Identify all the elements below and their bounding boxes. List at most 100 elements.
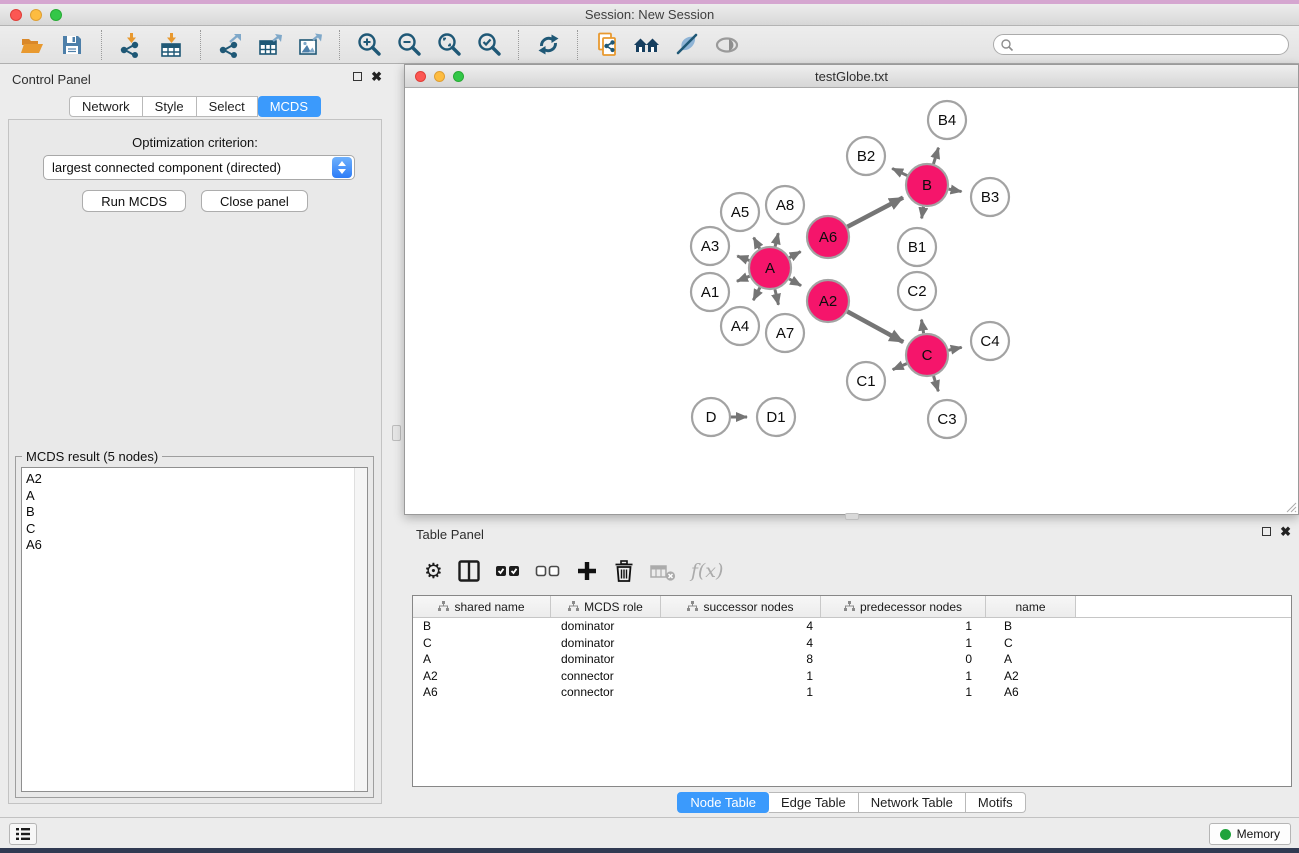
- graph-edge-C-C4[interactable]: [948, 347, 961, 350]
- tab-select[interactable]: Select: [197, 96, 258, 117]
- graph-edge-A-A2[interactable]: [789, 279, 801, 286]
- close-table-panel-icon[interactable]: ✖: [1280, 526, 1291, 537]
- graph-edge-B-B4[interactable]: [933, 148, 938, 164]
- graph-node-D1[interactable]: D1: [757, 398, 795, 436]
- column-header-predecessor-nodes[interactable]: predecessor nodes: [821, 596, 986, 617]
- save-session-button[interactable]: [57, 30, 87, 60]
- table-cell[interactable]: A2: [413, 668, 551, 685]
- graph-node-C3[interactable]: C3: [928, 400, 966, 438]
- graph-node-C2[interactable]: C2: [898, 272, 936, 310]
- graph-edge-A-A1[interactable]: [737, 276, 750, 281]
- table-cell[interactable]: A: [986, 651, 1076, 668]
- network-window-title-bar[interactable]: testGlobe.txt: [405, 65, 1298, 88]
- result-item[interactable]: A6: [26, 537, 367, 554]
- table-cell[interactable]: connector: [551, 668, 661, 685]
- table-cell[interactable]: 1: [821, 635, 986, 652]
- tab-network-table[interactable]: Network Table: [859, 792, 966, 813]
- graph-node-C1[interactable]: C1: [847, 362, 885, 400]
- graph-node-A2[interactable]: A2: [807, 280, 849, 322]
- resize-grip-icon[interactable]: [1285, 501, 1297, 513]
- graph-edge-A6-B[interactable]: [847, 198, 903, 227]
- graph-node-A3[interactable]: A3: [691, 227, 729, 265]
- select-all-columns-button[interactable]: [495, 556, 521, 586]
- memory-button[interactable]: Memory: [1209, 823, 1291, 845]
- table-cell[interactable]: connector: [551, 684, 661, 701]
- tab-network[interactable]: Network: [69, 96, 143, 117]
- table-cell[interactable]: 1: [661, 684, 821, 701]
- table-cell[interactable]: B: [986, 618, 1076, 635]
- table-cell[interactable]: dominator: [551, 618, 661, 635]
- graph-edge-C-C1[interactable]: [893, 364, 907, 370]
- column-layout-button[interactable]: [457, 556, 481, 586]
- graph-node-B1[interactable]: B1: [898, 228, 936, 266]
- delete-column-button[interactable]: [613, 556, 635, 586]
- graph-edge-A-A6[interactable]: [789, 252, 800, 258]
- table-cell[interactable]: 1: [821, 618, 986, 635]
- paint-slash-button[interactable]: [672, 30, 702, 60]
- result-item[interactable]: A2: [26, 471, 367, 488]
- graph-node-C4[interactable]: C4: [971, 322, 1009, 360]
- graph-node-A4[interactable]: A4: [721, 307, 759, 345]
- column-header-MCDS-role[interactable]: MCDS role: [551, 596, 661, 617]
- column-header-name[interactable]: name: [986, 596, 1076, 617]
- tab-edge-table[interactable]: Edge Table: [769, 792, 859, 813]
- tab-motifs[interactable]: Motifs: [966, 792, 1026, 813]
- table-cell[interactable]: C: [986, 635, 1076, 652]
- network-canvas[interactable]: B4B2BB3A8A5A6A3B1AC2A1A2A4A7C4CC1C3DD1: [405, 88, 1298, 514]
- table-settings-button[interactable]: ⚙: [424, 556, 443, 586]
- graph-edge-A-A8[interactable]: [775, 233, 778, 246]
- graph-edge-A-A4[interactable]: [753, 288, 760, 301]
- zoom-selected-button[interactable]: [474, 30, 504, 60]
- graph-edge-A-A7[interactable]: [775, 289, 779, 304]
- graph-node-B[interactable]: B: [906, 164, 948, 206]
- refresh-layout-button[interactable]: [533, 30, 563, 60]
- table-row[interactable]: A6connector11A6: [413, 684, 1291, 701]
- table-cell[interactable]: dominator: [551, 651, 661, 668]
- table-cell[interactable]: B: [413, 618, 551, 635]
- export-table-button[interactable]: [255, 30, 285, 60]
- table-cell[interactable]: 1: [821, 668, 986, 685]
- result-item[interactable]: C: [26, 521, 367, 538]
- add-column-button[interactable]: [575, 556, 599, 586]
- table-row[interactable]: A2connector11A2: [413, 668, 1291, 685]
- graph-node-A5[interactable]: A5: [721, 193, 759, 231]
- table-cell[interactable]: 1: [661, 668, 821, 685]
- table-cell[interactable]: A2: [986, 668, 1076, 685]
- graph-node-A[interactable]: A: [749, 247, 791, 289]
- table-cell[interactable]: C: [413, 635, 551, 652]
- graph-node-A6[interactable]: A6: [807, 216, 849, 258]
- float-panel-icon[interactable]: [353, 72, 362, 81]
- tab-mcds[interactable]: MCDS: [258, 96, 321, 117]
- vertical-splitter-handle[interactable]: [392, 425, 401, 441]
- table-cell[interactable]: 4: [661, 618, 821, 635]
- graph-edge-A2-C[interactable]: [847, 312, 903, 343]
- result-scrollbar[interactable]: [354, 468, 367, 791]
- table-cell[interactable]: 0: [821, 651, 986, 668]
- column-header-shared-name[interactable]: shared name: [413, 596, 551, 617]
- table-cell[interactable]: dominator: [551, 635, 661, 652]
- tab-style[interactable]: Style: [143, 96, 197, 117]
- import-table-button[interactable]: [156, 30, 186, 60]
- table-cell[interactable]: A6: [986, 684, 1076, 701]
- graph-edge-C-C3[interactable]: [934, 376, 939, 391]
- houses-button[interactable]: [632, 30, 662, 60]
- close-panel-button[interactable]: Close panel: [201, 190, 308, 212]
- export-image-button[interactable]: [295, 30, 325, 60]
- graph-edge-A-A5[interactable]: [754, 238, 760, 249]
- graph-edge-B-B1[interactable]: [922, 207, 924, 219]
- graph-node-A7[interactable]: A7: [766, 314, 804, 352]
- tab-node-table[interactable]: Node Table: [677, 792, 769, 813]
- export-network-button[interactable]: [215, 30, 245, 60]
- graph-edge-A-A3[interactable]: [737, 256, 749, 260]
- zoom-out-button[interactable]: [394, 30, 424, 60]
- graph-node-D[interactable]: D: [692, 398, 730, 436]
- task-history-button[interactable]: [9, 823, 37, 845]
- search-input[interactable]: [1014, 38, 1288, 52]
- float-table-panel-icon[interactable]: [1262, 527, 1271, 536]
- criterion-select[interactable]: largest connected component (directed): [43, 155, 355, 180]
- mcds-result-list[interactable]: A2ABCA6: [21, 467, 368, 792]
- table-cell[interactable]: 1: [821, 684, 986, 701]
- close-panel-icon[interactable]: ✖: [371, 71, 382, 82]
- table-row[interactable]: Cdominator41C: [413, 635, 1291, 652]
- zoom-fit-button[interactable]: [434, 30, 464, 60]
